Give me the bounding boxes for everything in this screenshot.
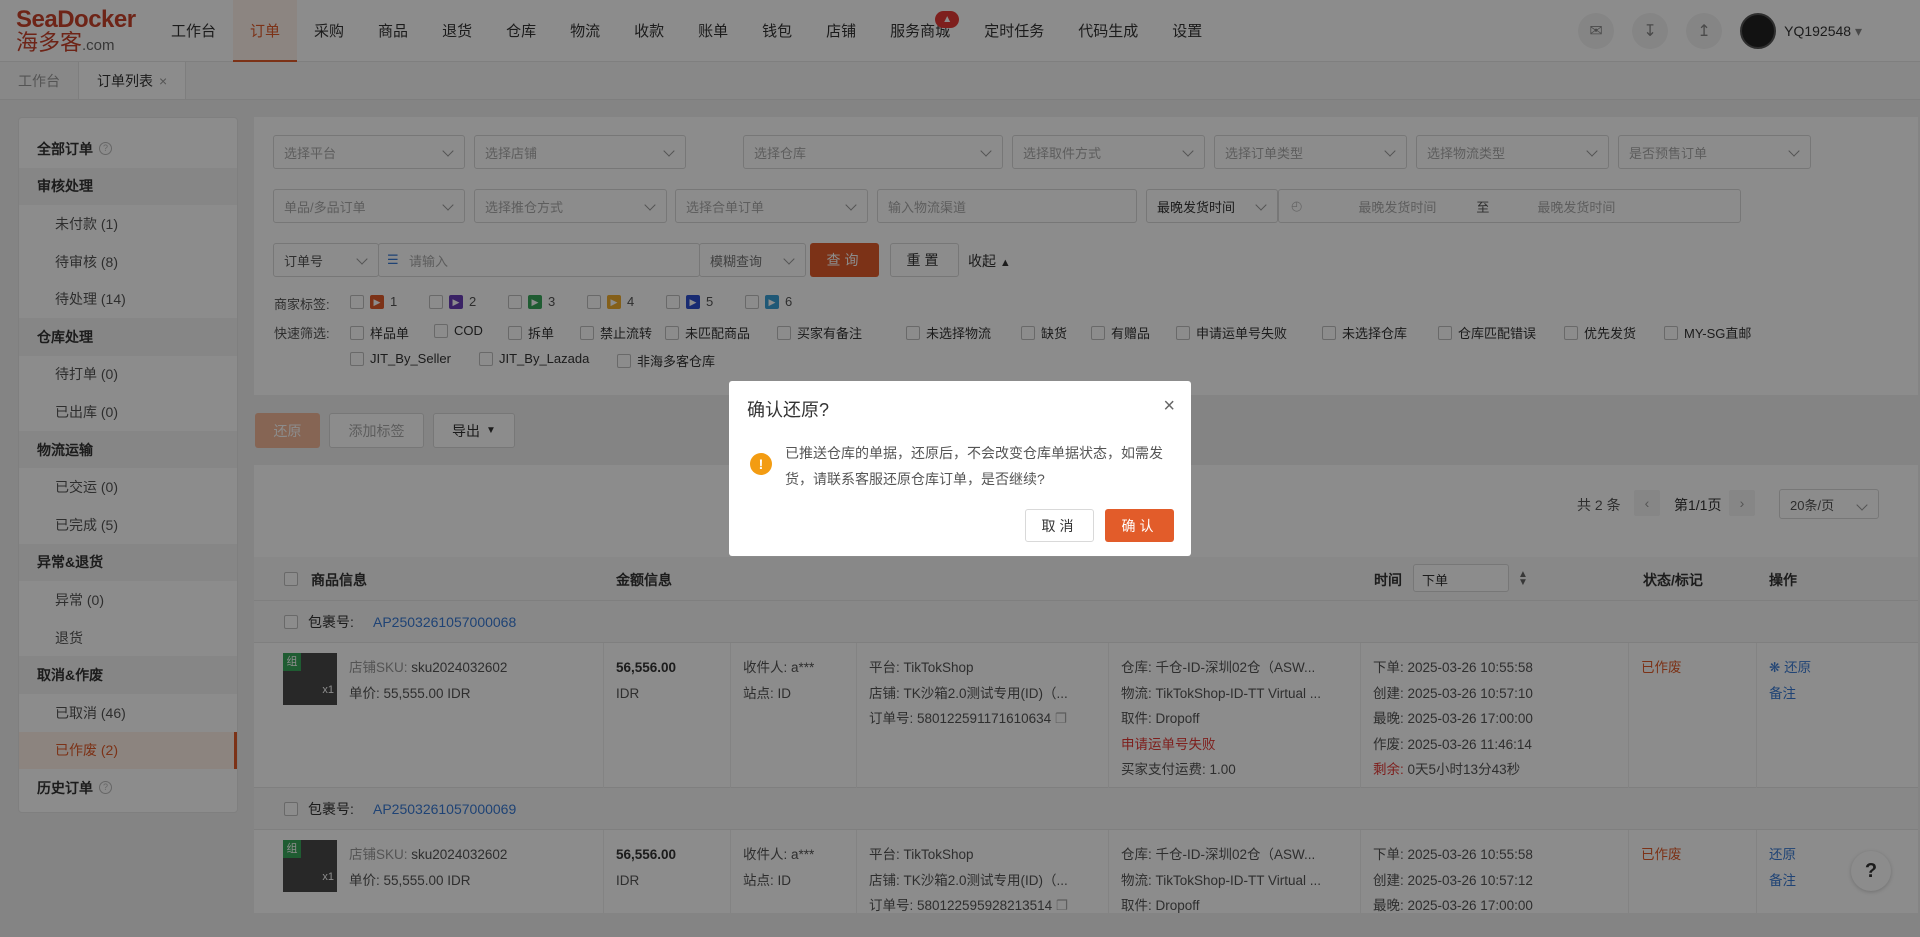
confirm-restore-dialog: 确认还原? × ! 已推送仓库的单据，还原后，不会改变仓库单据状态，如需发货，请… (729, 381, 1191, 556)
cancel-button[interactable]: 取消 (1025, 509, 1094, 542)
confirm-button[interactable]: 确认 (1105, 509, 1174, 542)
warning-icon: ! (750, 453, 772, 475)
dialog-message: 已推送仓库的单据，还原后，不会改变仓库单据状态，如需发货，请联系客服还原仓库订单… (785, 445, 1163, 487)
dialog-title: 确认还原? (747, 400, 830, 420)
close-icon[interactable]: × (1163, 396, 1175, 416)
